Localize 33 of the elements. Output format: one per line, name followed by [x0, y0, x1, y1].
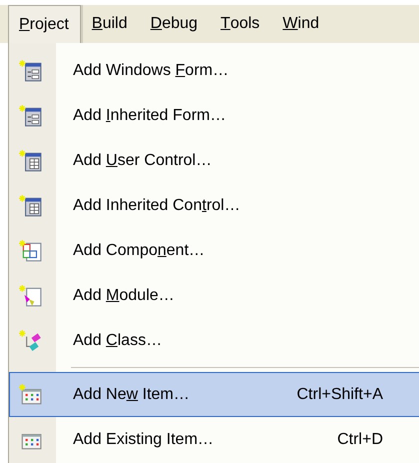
menu-item-icon [19, 148, 43, 172]
menu-item-icon [19, 382, 43, 406]
menu-item-icon [19, 104, 43, 128]
menu-bar-item[interactable]: Tools [210, 5, 272, 43]
menu-item-label: Add User Control… [73, 152, 213, 170]
menu-item-label: Add Existing Item… [73, 430, 215, 448]
menu-item-icon [19, 58, 43, 82]
menu-item-icon [19, 328, 43, 352]
menu-bar-item[interactable]: Debug [139, 5, 210, 43]
menu-item-label: Add Windows Form… [73, 62, 230, 80]
menu-item[interactable]: Add Class… [9, 318, 419, 363]
menu-item[interactable]: Add Component… [9, 228, 419, 273]
menu-bar-item[interactable]: Project [8, 5, 81, 43]
menu-item-label: Add Module… [73, 286, 176, 304]
menu-bar-item[interactable]: Wind [272, 5, 332, 43]
menu-item[interactable]: Add Module… [9, 273, 419, 318]
menu-item-label: Add Inherited Control… [73, 196, 242, 214]
menu-item-icon [19, 284, 43, 308]
menu-bar-item[interactable]: Build [80, 5, 140, 43]
shortcut-label: Ctrl+Shift+A [296, 386, 383, 404]
menu-item[interactable]: Add Inherited Control… [9, 183, 419, 228]
shortcut-label: Ctrl+D [336, 430, 383, 448]
menu-item-label: Add Class… [73, 332, 163, 350]
menu-item-icon [19, 238, 43, 262]
menu-item-icon [19, 194, 43, 218]
menu-item-label: Add New Item… [73, 386, 190, 404]
menu-item[interactable]: Add New Item… Ctrl+Shift+A [9, 372, 419, 417]
menu-item-label: Add Component… [73, 242, 206, 260]
menu-item[interactable]: Add Windows Form… [9, 48, 419, 93]
menu-item[interactable]: Add Existing Item… Ctrl+D [9, 417, 419, 462]
menu-item[interactable]: Add User Control… [9, 138, 419, 183]
menu-item[interactable]: Add Inherited Form… [9, 93, 419, 138]
menu-item-label: Add Inherited Form… [73, 106, 227, 124]
